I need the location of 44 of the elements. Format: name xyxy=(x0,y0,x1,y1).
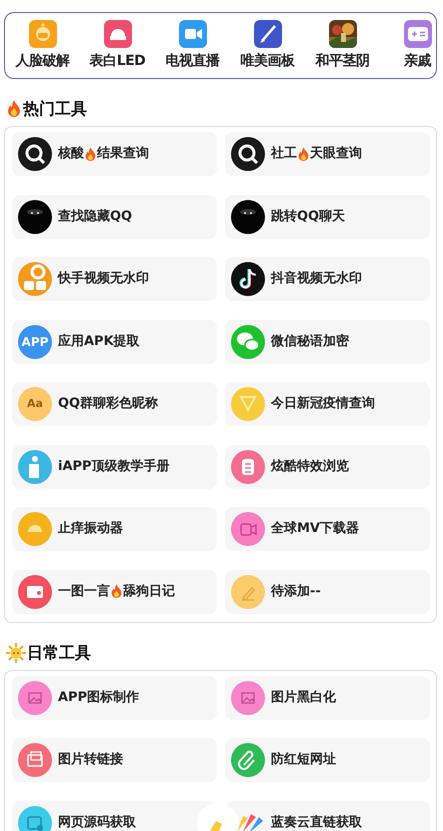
tool-button[interactable]: APP图标制作 xyxy=(12,676,217,720)
app-shortcut[interactable]: 唯美画板 xyxy=(230,20,305,72)
tool-button[interactable]: 炫酷特效浏览 xyxy=(225,444,430,488)
tool-button[interactable]: 防红短网址 xyxy=(225,738,430,782)
tool-button[interactable]: 查找隐藏QQ xyxy=(12,194,217,238)
section-title: 日常工具 xyxy=(27,642,91,664)
flame-icon xyxy=(110,584,123,599)
tool-button[interactable]: 今日新冠疫情查询 xyxy=(225,382,430,426)
tool-button[interactable]: 网页源码获取 xyxy=(12,800,217,831)
tool-button[interactable]: 全球MV下载器 xyxy=(225,507,430,551)
tool-button[interactable]: 止痒振动器 xyxy=(12,507,217,551)
tool-button[interactable]: 微信秘语加密 xyxy=(225,320,430,364)
tool-button[interactable]: 抖音视频无水印 xyxy=(225,257,430,301)
tool-button[interactable]: 快手视频无水印 xyxy=(12,257,217,301)
flame-icon xyxy=(6,100,22,118)
app-shortcut[interactable]: 电视直播 xyxy=(155,20,230,72)
flame-icon xyxy=(297,146,310,162)
tool-button[interactable]: 跳转QQ聊天 xyxy=(225,194,430,238)
app-shortcut[interactable]: 表白LED xyxy=(80,20,155,72)
section-title: 热门工具 xyxy=(23,98,87,120)
app-label: 唯美画板 xyxy=(240,52,294,71)
tool-button[interactable]: 社工 天眼查询 xyxy=(225,132,430,176)
app-label: 电视直播 xyxy=(166,52,220,71)
sun-icon xyxy=(6,642,26,662)
flame-icon xyxy=(84,146,97,162)
app-shortcut[interactable]: 和平茎阴 xyxy=(305,20,380,72)
text-icon: APP xyxy=(18,324,52,358)
tool-button[interactable]: 核酸 结果查询 xyxy=(12,132,217,176)
tool-button[interactable]: APP 应用APK提取 xyxy=(12,320,217,364)
tool-button[interactable]: 图片黑白化 xyxy=(225,676,430,720)
tool-button[interactable]: iAPP顶级教学手册 xyxy=(12,444,217,488)
app-label: 亲戚 xyxy=(404,52,431,71)
tool-button[interactable]: 待添加-- xyxy=(225,570,430,614)
app-label: 表白LED xyxy=(90,52,146,71)
tool-button[interactable]: Aa QQ群聊彩色昵称 xyxy=(12,382,217,426)
tool-button[interactable]: 蓝奏云直链获取 xyxy=(225,800,430,831)
text-icon: Aa xyxy=(18,387,52,421)
app-label: 和平茎阴 xyxy=(316,52,370,71)
app-shortcut[interactable]: 亲戚 xyxy=(380,20,436,72)
floating-ball-menu[interactable] xyxy=(196,802,240,831)
app-label: 人脸破解 xyxy=(16,52,70,71)
app-shortcut[interactable]: 人脸破解 xyxy=(5,20,80,72)
tool-button[interactable]: 图片转链接 xyxy=(12,738,217,782)
tool-button[interactable]: 一图一言 舔狗日记 xyxy=(12,570,217,614)
